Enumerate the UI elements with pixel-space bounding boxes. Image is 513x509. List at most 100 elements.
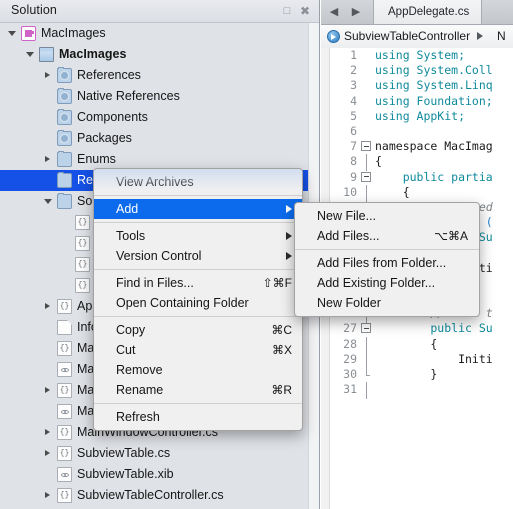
menu-item-label: Rename [116, 383, 164, 397]
folder-icon [57, 193, 72, 209]
twisty-collapsed-icon[interactable] [42, 65, 55, 86]
menu-item[interactable]: View Archives [94, 172, 302, 192]
nav-back-icon[interactable]: ◀ [327, 5, 341, 19]
tree-row[interactable]: Components [0, 107, 308, 128]
fold-toggle-icon[interactable] [361, 171, 371, 182]
twisty-collapsed-icon[interactable] [42, 422, 55, 443]
menu-item[interactable]: Refresh [94, 407, 302, 427]
code-line: 28 { [321, 336, 513, 354]
twisty-collapsed-icon[interactable] [42, 380, 55, 401]
code-line: 5 using AppKit; [321, 109, 513, 124]
breadcrumb-next-label[interactable]: N [497, 27, 506, 46]
tree-row-label: SubviewTable.xib [77, 467, 174, 481]
menu-item[interactable]: Remove [94, 360, 302, 380]
folder-gear-icon [57, 67, 72, 83]
menu-item[interactable]: Copy ⌘C [94, 320, 302, 340]
tree-row[interactable]: Packages [0, 128, 308, 149]
menu-item[interactable]: Version Control [94, 246, 302, 266]
code-line-text: { [375, 336, 438, 351]
line-number: 4 [350, 93, 357, 108]
code-line-text: using System.Linq [375, 78, 493, 93]
tree-row[interactable]: {} SubviewTableController.cs [0, 485, 308, 506]
fold-guide-icon [361, 154, 371, 172]
window-icon [39, 47, 54, 62]
cs-file-icon: {} [57, 446, 72, 461]
page-title: Solution [11, 3, 57, 17]
code-line: 29 Initi [321, 351, 513, 369]
menu-item-label: Refresh [116, 410, 160, 424]
cs-file-icon: {} [57, 299, 72, 314]
add-submenu: New File... Add Files... ⌥⌘A Add Files from… [294, 202, 480, 317]
menu-item-label: Find in Files... [116, 276, 194, 290]
tree-row[interactable]: References [0, 65, 308, 86]
line-number: 7 [350, 139, 357, 154]
line-number: 30 [343, 366, 357, 381]
menu-item-label: Remove [116, 363, 163, 377]
submenu-item[interactable]: New Folder [295, 293, 479, 313]
menu-item[interactable]: Cut ⌘X [94, 340, 302, 360]
editor-tabbar: ◀ ▶ AppDelegate.cs [321, 0, 513, 25]
twisty-collapsed-icon[interactable] [42, 443, 55, 464]
code-line-text: } [375, 366, 438, 381]
fold-guide-icon [361, 184, 371, 202]
breadcrumb: SubviewTableController N [321, 25, 513, 49]
context-menu-items: View Archives Add Tools Version Control Find… [94, 172, 302, 427]
line-number: 1 [350, 48, 357, 62]
close-icon[interactable]: ✖ [299, 5, 311, 17]
twisty-collapsed-icon[interactable] [42, 485, 55, 506]
line-number: 10 [343, 184, 357, 199]
menu-item[interactable]: Tools [94, 226, 302, 246]
cs-file-icon: {} [75, 236, 90, 251]
fold-guide-icon [361, 351, 371, 369]
cs-file-icon: {} [75, 257, 90, 272]
tree-row[interactable]: SubviewTable.xib [0, 464, 308, 485]
submenu-item[interactable]: Add Files... ⌥⌘A [295, 226, 479, 246]
code-line: 1 using System; [321, 48, 513, 63]
tree-row[interactable]: Enums [0, 149, 308, 170]
twisty-collapsed-icon[interactable] [42, 296, 55, 317]
code-line: 4 using Foundation; [321, 94, 513, 109]
cs-file-icon: {} [57, 425, 72, 440]
menu-item-label: Open Containing Folder [116, 296, 249, 310]
twisty-expanded-icon[interactable] [42, 191, 55, 212]
code-line: 6 [321, 124, 513, 139]
twisty-expanded-icon[interactable] [6, 23, 19, 44]
submenu-item[interactable]: Add Files from Folder... [295, 253, 479, 273]
submenu-item[interactable]: Add Existing Folder... [295, 273, 479, 293]
submenu-item[interactable]: New File... [295, 206, 479, 226]
tree-row[interactable]: MacImages [0, 23, 308, 44]
code-line: 9 public partia [321, 170, 513, 185]
twisty-expanded-icon[interactable] [24, 44, 37, 65]
tree-row[interactable]: Native References [0, 86, 308, 107]
fold-toggle-icon[interactable] [361, 323, 371, 334]
tree-row-label: SubviewTableController.cs [77, 488, 224, 502]
breadcrumb-class-label[interactable]: SubviewTableController [344, 25, 470, 48]
submenu-item-label: New Folder [317, 296, 381, 310]
cs-file-icon: {} [57, 488, 72, 503]
tab-appdelegate-cs[interactable]: AppDelegate.cs [373, 0, 483, 24]
menu-item[interactable]: Open Containing Folder [94, 293, 302, 313]
menu-item-label: Cut [116, 343, 136, 357]
menu-item-label: Copy [116, 323, 146, 337]
menu-separator [94, 222, 302, 223]
menu-item[interactable]: Find in Files... ⇧⌘F [94, 273, 302, 293]
tree-row[interactable]: MacImages [0, 44, 308, 65]
menu-item[interactable]: Rename ⌘R [94, 380, 302, 400]
fold-guide-icon [361, 382, 371, 400]
line-number: 5 [350, 108, 357, 123]
line-number: 6 [350, 123, 357, 138]
menu-item-label: Tools [116, 229, 146, 243]
code-line: 2 using System.Coll [321, 63, 513, 78]
submenu-arrow-icon [286, 252, 292, 260]
minimize-icon[interactable]: □ [281, 5, 293, 17]
nav-forward-icon[interactable]: ▶ [349, 5, 363, 19]
code-line: 10 { [321, 184, 513, 202]
code-line: 27 public Su [321, 321, 513, 336]
submenu-separator [295, 249, 479, 250]
submenu-item-label: New File... [317, 209, 377, 223]
fold-toggle-icon[interactable] [361, 141, 371, 152]
twisty-collapsed-icon[interactable] [42, 149, 55, 170]
menu-item[interactable]: Add [94, 199, 302, 219]
tree-row[interactable]: {} SubviewTable.cs [0, 443, 308, 464]
code-line-text: using Foundation; [375, 93, 493, 108]
